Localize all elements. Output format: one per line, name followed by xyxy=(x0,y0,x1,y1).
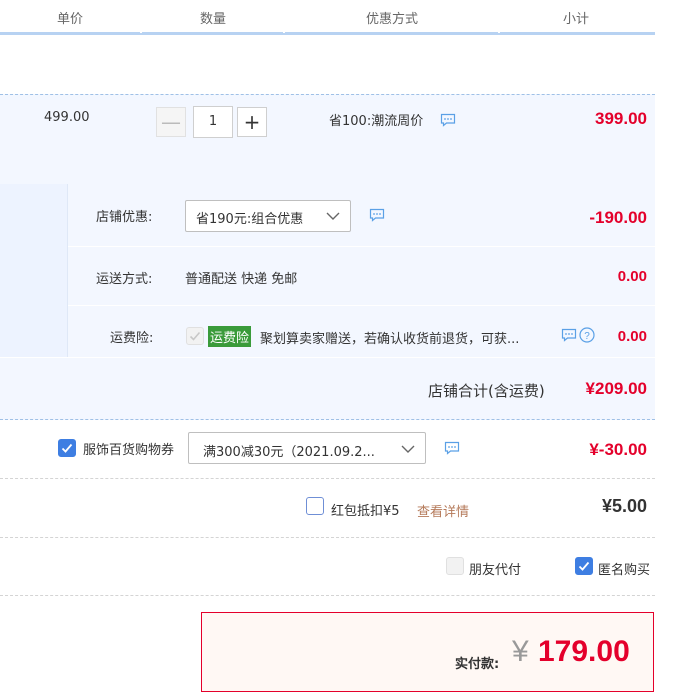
shop-total-amount: ¥209.00 xyxy=(585,379,647,398)
shop-total-label: 店铺合计(含运费) xyxy=(428,382,545,400)
header-divider xyxy=(140,28,142,33)
chat-icon[interactable] xyxy=(440,113,456,127)
friend-pay-label: 朋友代付 xyxy=(469,563,522,578)
payment-currency: ¥ xyxy=(512,635,529,668)
col-unit-price: 单价 xyxy=(56,12,83,27)
shipping-label: 运送方式: xyxy=(96,272,153,287)
col-discount: 优惠方式 xyxy=(365,12,418,27)
quantity-plus-button[interactable]: + xyxy=(237,107,267,137)
unit-price: 499.00 xyxy=(44,110,90,125)
item-subtotal: 399.00 xyxy=(595,109,647,128)
redpacket-checkbox[interactable] xyxy=(306,497,324,515)
header-divider xyxy=(498,28,500,33)
item-discount-text: 省100:潮流周价 xyxy=(329,114,424,129)
shipping-amount: 0.00 xyxy=(617,268,647,285)
anonymous-checkbox[interactable] xyxy=(575,557,593,575)
insurance-text: 聚划算卖家赠送，若确认收货前退货，可获... xyxy=(260,332,520,347)
shipping-text: 普通配送 快递 免邮 xyxy=(185,272,298,287)
insurance-badge: 运费险 xyxy=(208,326,252,347)
col-quantity: 数量 xyxy=(199,12,226,27)
shop-promo-amount: -190.00 xyxy=(589,208,647,227)
coupon-checkbox[interactable] xyxy=(58,439,76,457)
redpacket-details-link[interactable]: 查看详情 xyxy=(417,501,469,520)
item-row xyxy=(0,94,655,185)
quantity-minus-button[interactable]: — xyxy=(156,107,186,137)
svg-text:?: ? xyxy=(584,331,590,342)
payment-summary: 实付款: ¥ 179.00 xyxy=(201,612,654,692)
table-header: 单价 数量 优惠方式 小计 xyxy=(0,0,655,35)
anonymous-label: 匿名购买 xyxy=(598,563,651,578)
shop-left-panel xyxy=(0,184,68,357)
coupon-label: 服饰百货购物券 xyxy=(83,443,175,458)
section-divider xyxy=(0,537,655,538)
chat-icon[interactable] xyxy=(369,208,385,222)
coupon-select[interactable]: 满300减30元（2021.09.2... xyxy=(188,432,426,464)
redpacket-amount: ¥5.00 xyxy=(601,496,647,516)
col-subtotal: 小计 xyxy=(562,12,589,27)
shop-total-row xyxy=(0,357,655,420)
row-divider xyxy=(68,246,655,247)
chat-icon[interactable] xyxy=(444,441,460,455)
insurance-label: 运费险: xyxy=(110,331,154,346)
shop-promo-select[interactable]: 省190元:组合优惠 xyxy=(185,200,351,232)
coupon-amount: ¥-30.00 xyxy=(589,440,647,459)
chevron-down-icon xyxy=(401,443,415,458)
payment-amount: 179.00 xyxy=(538,635,630,668)
section-divider xyxy=(0,478,655,479)
shop-promo-select-value: 省190元:组合优惠 xyxy=(196,212,304,227)
chat-icon[interactable] xyxy=(561,328,577,342)
insurance-amount: 0.00 xyxy=(617,328,647,345)
friend-pay-checkbox[interactable] xyxy=(446,557,464,575)
insurance-checkbox xyxy=(186,327,204,345)
row-divider xyxy=(68,305,655,306)
header-divider xyxy=(283,28,285,33)
chevron-down-icon xyxy=(326,210,340,225)
redpacket-label: 红包抵扣¥5 xyxy=(331,504,400,519)
quantity-input[interactable]: 1 xyxy=(193,106,233,138)
section-divider xyxy=(0,595,655,596)
help-icon[interactable]: ? xyxy=(579,327,595,347)
payment-label: 实付款: xyxy=(455,657,500,672)
shop-promo-label: 店铺优惠: xyxy=(96,210,153,225)
coupon-select-value: 满300减30元（2021.09.2... xyxy=(203,445,375,460)
